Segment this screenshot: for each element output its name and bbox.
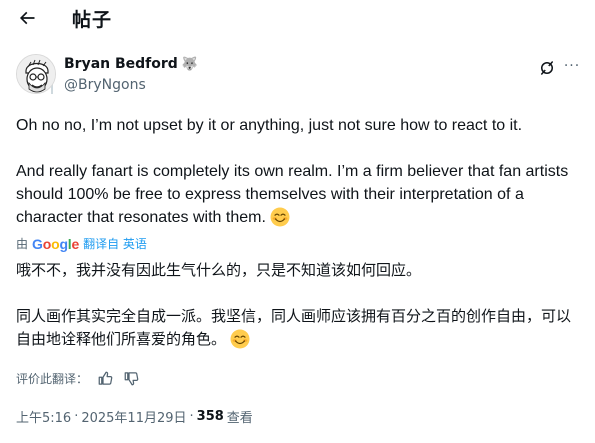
translated-by-prefix: 由 bbox=[16, 237, 29, 251]
thumbs-down-button[interactable] bbox=[122, 369, 140, 387]
avatar[interactable] bbox=[16, 54, 56, 94]
views-count: 358 bbox=[196, 409, 224, 424]
google-logo: Google bbox=[32, 235, 80, 252]
translated-from-link[interactable]: 翻译自 英语 bbox=[83, 235, 147, 252]
tweet-time[interactable]: 上午5:16 bbox=[16, 407, 71, 426]
page-title: 帖子 bbox=[72, 9, 113, 31]
back-button[interactable] bbox=[12, 3, 42, 33]
tweet-paragraph-2: And really fanart is completely its own … bbox=[16, 160, 581, 234]
meta-separator: · bbox=[74, 409, 79, 424]
meta-separator: · bbox=[189, 409, 194, 424]
grok-button[interactable] bbox=[537, 58, 557, 78]
wolf-badge-icon: 🐺 bbox=[181, 56, 198, 72]
grok-icon bbox=[541, 61, 553, 75]
rate-translation-row: 评价此翻译： bbox=[16, 369, 140, 387]
tweet-date[interactable]: 2025年11月29日 bbox=[81, 407, 186, 426]
author-name[interactable]: Bryan Bedford bbox=[64, 56, 178, 72]
thumbs-up-icon bbox=[98, 371, 112, 385]
translated-text: 哦不不，我并没有因此生气什么的，只是不知道该如何回应。 同人画作其实完全自成一派… bbox=[16, 259, 581, 356]
author-name-row[interactable]: Bryan Bedford 🐺 bbox=[64, 56, 198, 72]
more-horizontal-icon: ··· bbox=[563, 58, 581, 74]
smiling-emoji-icon bbox=[270, 207, 290, 234]
rate-translation-label: 评价此翻译： bbox=[16, 371, 89, 386]
views-label: 查看 bbox=[226, 411, 253, 426]
translated-paragraph-1: 哦不不，我并没有因此生气什么的，只是不知道该如何回应。 bbox=[16, 261, 422, 279]
thumbs-up-button[interactable] bbox=[96, 369, 114, 387]
tweet-paragraph-1: Oh no no, I’m not upset by it or anythin… bbox=[16, 117, 523, 134]
more-button[interactable]: ··· bbox=[561, 56, 583, 76]
avatar-illustration-icon bbox=[17, 55, 55, 93]
tweet-meta: 上午5:16 · 2025年11月29日 · 358 查看 bbox=[16, 407, 253, 426]
translation-attribution: 由 Google 翻译自 英语 bbox=[16, 235, 147, 252]
author-handle[interactable]: @BryNgons bbox=[64, 77, 146, 93]
translated-paragraph-2-text: 同人画作其实完全自成一派。我坚信，同人画师应该拥有百分之百的创作自由，可以自由地… bbox=[16, 307, 572, 348]
top-bar: 帖子 bbox=[0, 0, 595, 38]
smiling-emoji-icon bbox=[230, 329, 250, 356]
tweet-paragraph-2-text: And really fanart is completely its own … bbox=[16, 163, 569, 226]
thumbs-down-icon bbox=[124, 371, 138, 385]
arrow-left-icon bbox=[19, 11, 35, 25]
translated-paragraph-2: 同人画作其实完全自成一派。我坚信，同人画师应该拥有百分之百的创作自由，可以自由地… bbox=[16, 305, 581, 356]
tweet-text: Oh no no, I’m not upset by it or anythin… bbox=[16, 114, 581, 234]
